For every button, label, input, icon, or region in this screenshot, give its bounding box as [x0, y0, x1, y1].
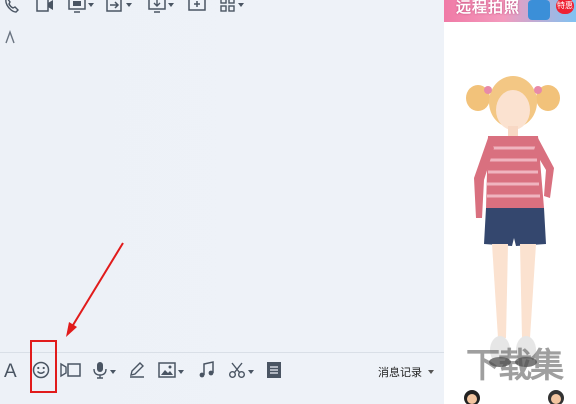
smartwatch-icon — [528, 0, 550, 20]
font-button[interactable]: A — [4, 361, 17, 383]
remote-desktop-button[interactable] — [68, 0, 94, 14]
screen-share-button[interactable] — [148, 0, 174, 14]
screenshot-button[interactable] — [228, 361, 254, 383]
dropdown-caret-icon — [126, 3, 132, 7]
watermark: 下载集 — [466, 346, 564, 386]
chat-window: A 消息记录 — [0, 0, 444, 404]
show-avatar-illustration[interactable] — [458, 68, 568, 384]
ad-badge: 特惠 — [556, 0, 574, 14]
dropdown-caret-icon — [428, 370, 434, 374]
video-call-button[interactable] — [36, 0, 54, 14]
message-history-button[interactable]: 消息记录 — [378, 361, 434, 383]
message-history-area[interactable] — [0, 18, 444, 352]
dropdown-caret-icon — [178, 370, 184, 374]
history-file-button[interactable] — [266, 361, 282, 383]
message-history-label: 消息记录 — [378, 367, 422, 379]
video-call-icon — [36, 0, 54, 13]
file-transfer-icon — [106, 0, 124, 13]
remote-desktop-icon — [68, 0, 86, 13]
input-toolbar: A 消息记录 — [0, 353, 444, 404]
file-transfer-button[interactable] — [106, 0, 132, 14]
grid-apps-button[interactable] — [220, 0, 244, 14]
screen-share-icon — [148, 0, 166, 13]
phone-button[interactable] — [4, 0, 20, 14]
dropdown-caret-icon — [238, 3, 244, 7]
voice-message-icon — [92, 361, 108, 384]
history-file-icon — [266, 361, 282, 384]
dropdown-caret-icon — [88, 3, 94, 7]
video-message-button[interactable] — [60, 361, 82, 383]
dropdown-caret-icon — [248, 370, 254, 374]
music-button[interactable] — [198, 360, 216, 384]
add-apps-icon — [188, 0, 206, 13]
music-icon — [198, 360, 216, 384]
ad-text: 远程拍照 — [456, 0, 521, 16]
dropdown-caret-icon — [168, 3, 174, 7]
image-button[interactable] — [158, 361, 184, 383]
dropdown-caret-icon — [110, 370, 116, 374]
voice-message-button[interactable] — [92, 361, 116, 383]
top-toolbar — [0, 0, 444, 18]
annotation-highlight-box — [30, 340, 57, 393]
add-apps-button[interactable] — [188, 0, 206, 14]
pen-icon — [128, 361, 146, 384]
video-message-icon — [60, 361, 82, 384]
scissors-icon — [228, 361, 246, 384]
phone-icon — [4, 0, 20, 13]
image-icon — [158, 361, 176, 384]
pen-button[interactable] — [128, 361, 146, 383]
font-icon: A — [4, 361, 17, 382]
grid-apps-icon — [220, 0, 236, 13]
ad-banner[interactable]: 远程拍照 特惠 — [444, 0, 576, 22]
